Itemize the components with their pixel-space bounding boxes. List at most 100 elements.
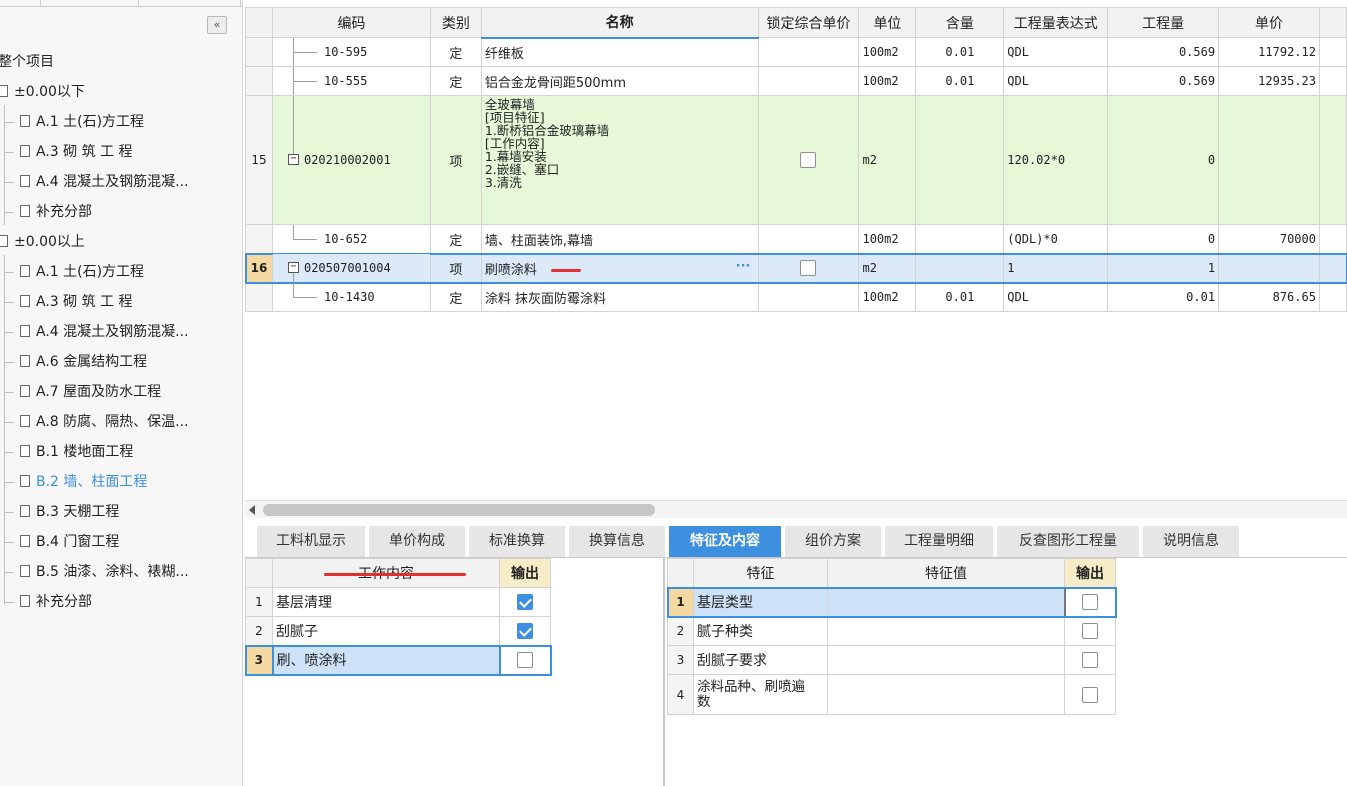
col-header-feature-value[interactable]: 特征值 [827, 558, 1065, 588]
feature-value[interactable] [827, 616, 1065, 646]
feature-label[interactable]: 腻子种类 [693, 616, 828, 646]
name-cell[interactable]: 全玻幕墙 [项目特征] 1.断桥铝合金玻璃幕墙 [工作内容] 1.幕墙安装 2.… [480, 95, 759, 225]
tree-node[interactable]: B.1 楼地面工程 [4, 437, 133, 467]
col-header-quantity[interactable]: 工程量 [1107, 7, 1220, 38]
lock-price-checkbox[interactable] [800, 260, 817, 276]
price-cell[interactable]: 876.65 [1218, 282, 1320, 312]
unit-cell[interactable]: 100m2 [858, 66, 917, 96]
qty-cell[interactable]: 0.569 [1107, 66, 1220, 96]
scroll-left-icon[interactable] [249, 505, 255, 515]
name-cell[interactable]: 墙、柱面装饰,幕墙 [480, 224, 759, 254]
output-checkbox[interactable] [1082, 594, 1098, 610]
collapse-row-icon[interactable]: − [287, 154, 299, 165]
code-cell[interactable]: 10-1430 [271, 282, 431, 312]
content-cell[interactable]: 0.01 [915, 282, 1005, 312]
expr-cell[interactable]: QDL [1003, 282, 1109, 312]
collapse-row-icon[interactable]: − [287, 262, 299, 273]
tree-node[interactable]: A.1 土(石)方工程 [4, 107, 144, 137]
type-cell[interactable]: 项 [429, 253, 482, 283]
qty-cell[interactable]: 0.569 [1107, 37, 1220, 67]
unit-cell[interactable]: 100m2 [858, 37, 917, 67]
unit-cell[interactable]: m2 [858, 253, 917, 283]
feature-value[interactable] [827, 645, 1065, 675]
tree-node[interactable]: 补充分部 [4, 587, 92, 617]
col-header-lock-price[interactable]: 锁定综合单价 [757, 7, 860, 38]
qty-cell[interactable]: 1 [1107, 253, 1220, 283]
tree-node[interactable]: A.8 防腐、隔热、保温... [4, 407, 189, 437]
tab-pricing-scheme[interactable]: 组价方案 [785, 526, 883, 557]
list-item[interactable]: 2 刮腻子 [245, 616, 551, 646]
code-cell[interactable]: −020210002001 [271, 95, 431, 225]
tab-labor-material-machine[interactable]: 工料机显示 [257, 526, 367, 557]
col-header-unit-price[interactable]: 单价 [1218, 7, 1320, 38]
tree-node[interactable]: B.4 门窗工程 [4, 527, 119, 557]
content-cell[interactable]: 0.01 [915, 37, 1005, 67]
tab-description-info[interactable]: 说明信息 [1143, 526, 1241, 557]
tree-node[interactable]: B.3 天棚工程 [4, 497, 119, 527]
table-row[interactable]: 10-1430 定 涂料 抹灰面防霉涂料 100m2 0.01 QDL 0.01… [245, 282, 1347, 312]
content-cell[interactable]: 0.01 [915, 66, 1005, 96]
feature-value[interactable] [827, 587, 1065, 617]
list-item[interactable]: 1 基层清理 [245, 587, 551, 617]
price-cell[interactable]: 12935.23 [1218, 66, 1320, 96]
feature-value[interactable] [827, 674, 1065, 715]
expr-cell[interactable]: 1 [1003, 253, 1109, 283]
content-cell[interactable] [915, 253, 1005, 283]
qty-cell[interactable]: 0 [1107, 95, 1220, 225]
table-row[interactable]: 10-652 定 墙、柱面装饰,幕墙 100m2 (QDL)*0 0 70000 [245, 224, 1347, 254]
scroll-thumb[interactable] [263, 504, 655, 516]
col-header-output[interactable]: 输出 [1064, 558, 1116, 588]
table-row-selected[interactable]: 16 −020507001004 项 刷喷涂料 ··· m2 1 1 [245, 252, 1347, 284]
tree-node[interactable]: A.1 土(石)方工程 [4, 257, 144, 287]
tree-node[interactable]: A.4 混凝土及钢筋混凝... [4, 167, 189, 197]
tab-unit-price-composition[interactable]: 单价构成 [369, 526, 467, 557]
list-item[interactable]: 4 涂料品种、刷喷遍 数 [667, 674, 1116, 715]
col-header-work-content[interactable]: 工作内容 [272, 558, 500, 588]
feature-label[interactable]: 基层类型 [693, 587, 828, 617]
lock-cell[interactable] [757, 253, 860, 283]
tree-node[interactable]: A.7 屋面及防水工程 [4, 377, 161, 407]
tree-node[interactable]: A.4 混凝土及钢筋混凝... [4, 317, 189, 347]
type-cell[interactable]: 定 [429, 224, 482, 254]
tree-node[interactable]: B.2 墙、柱面工程 [4, 467, 147, 497]
tree-node[interactable]: A.3 砌 筑 工 程 [4, 137, 133, 167]
lock-cell[interactable] [757, 66, 860, 96]
tab-standard-conversion[interactable]: 标准换算 [469, 526, 567, 557]
name-edit-button[interactable]: ··· [736, 259, 751, 274]
lock-cell[interactable] [757, 37, 860, 67]
expr-cell[interactable]: (QDL)*0 [1003, 224, 1109, 254]
code-cell[interactable]: 10-555 [271, 66, 431, 96]
expr-cell[interactable]: QDL [1003, 66, 1109, 96]
col-header-name[interactable]: 名称 [480, 7, 759, 39]
table-row[interactable]: 10-555 定 铝合金龙骨间距500mm 100m2 0.01 QDL 0.5… [245, 66, 1347, 96]
col-header-unit[interactable]: 单位 [858, 7, 917, 38]
unit-cell[interactable]: 100m2 [858, 224, 917, 254]
tab-features-content[interactable]: 特征及内容 [669, 526, 783, 557]
list-item[interactable]: 3 刮腻子要求 [667, 645, 1116, 675]
name-cell[interactable]: 铝合金龙骨间距500mm [480, 66, 759, 96]
work-content-label[interactable]: 刷、喷涂料 [271, 644, 501, 676]
tree-node[interactable]: A.3 砌 筑 工 程 [4, 287, 133, 317]
unit-cell[interactable]: m2 [858, 95, 917, 225]
name-cell[interactable]: 刷喷涂料 ··· [480, 253, 759, 283]
col-header-qty-expression[interactable]: 工程量表达式 [1003, 7, 1109, 38]
tree-node[interactable]: A.6 金属结构工程 [4, 347, 147, 377]
tree-node[interactable]: ±0.00以上 [0, 227, 85, 257]
col-header-feature[interactable]: 特征 [693, 558, 828, 588]
list-item[interactable]: 2 腻子种类 [667, 616, 1116, 646]
name-cell[interactable]: 涂料 抹灰面防霉涂料 [480, 282, 759, 312]
collapse-panel-button[interactable]: « [207, 16, 227, 34]
col-header-output[interactable]: 输出 [499, 558, 551, 588]
lock-cell[interactable] [757, 224, 860, 254]
price-cell[interactable] [1218, 253, 1320, 283]
type-cell[interactable]: 项 [429, 95, 482, 225]
list-item-selected[interactable]: 3 刷、喷涂料 [244, 644, 552, 676]
feature-label[interactable]: 涂料品种、刷喷遍 数 [693, 674, 828, 715]
col-header-content[interactable]: 含量 [915, 7, 1005, 38]
tab-conversion-info[interactable]: 换算信息 [569, 526, 667, 557]
tree-node[interactable]: B.5 油漆、涂料、裱糊... [4, 557, 189, 587]
work-content-label[interactable]: 基层清理 [272, 587, 500, 617]
price-cell[interactable]: 70000 [1218, 224, 1320, 254]
price-cell[interactable] [1218, 95, 1320, 225]
output-checkbox[interactable] [1082, 652, 1098, 668]
